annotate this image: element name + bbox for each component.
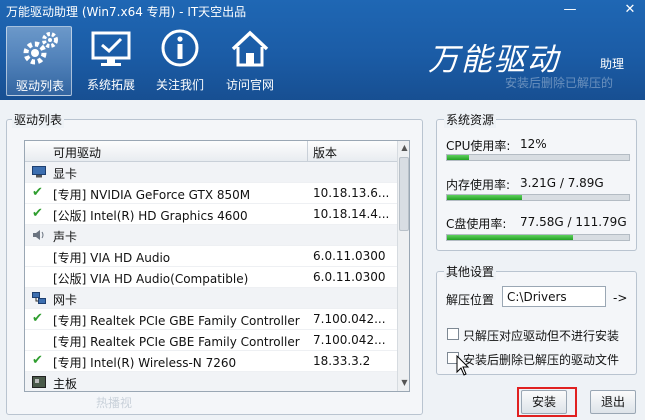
driver-list[interactable]: 可用驱动 版本 显卡 ✔ [专用] NVIDIA GeForce GTX 850M 1… [24,140,410,392]
disk-usage-value: 77.58G / 111.79G [520,215,627,229]
driver-version: 7.100.042... [313,312,386,326]
driver-row[interactable]: ✔ [专用] Intel(R) Wireless-N 7260 18.33.3.2 [25,351,397,372]
display-adapter-icon [32,166,46,178]
toolbar-visit-site-button[interactable]: 访问官网 [217,26,283,96]
scroll-up-icon[interactable]: ▲ [399,142,409,154]
check-mark-icon[interactable]: ✔ [32,354,46,368]
speaker-icon [32,229,46,241]
cpu-usage-fill [447,155,469,160]
memory-usage-fill [447,195,522,200]
driver-list-group-title: 驱动列表 [12,111,65,128]
memory-usage-value: 3.21G / 7.89G [520,176,604,190]
cpu-usage-value: 12% [520,137,547,151]
driver-name: 网卡 [53,293,78,307]
column-header-name[interactable]: 可用驱动 [53,144,101,161]
check-mark-icon[interactable]: ✔ [32,312,46,326]
unchecked-slot[interactable] [32,333,46,347]
toolbar-label: 驱动列表 [15,79,64,93]
check-mark-icon[interactable]: ✔ [32,186,46,200]
driver-version: 6.0.11.0300 [313,270,386,284]
gears-icon [23,32,58,65]
driver-list-scrollbar[interactable]: ▲ ▼ [397,141,409,391]
window-title: 万能驱动助理 (Win7.x64 专用) - IT天空出品 [6,5,247,19]
motherboard-icon [32,376,46,388]
memory-usage-bar [446,194,630,201]
driver-name: [公版] Intel(R) HD Graphics 4600 [53,209,248,223]
category-row[interactable]: 主板 [25,372,397,391]
driver-name: [专用] NVIDIA GeForce GTX 850M [53,188,251,202]
driver-row[interactable]: [专用] Realtek PCIe GBE Family Controller 7… [25,330,397,351]
driver-name: 显卡 [53,167,78,181]
driver-name: [专用] Realtek PCIe GBE Family Controller [53,314,300,328]
extract-location-input[interactable] [502,286,606,307]
disk-usage-label: C盘使用率: [446,217,507,231]
category-row[interactable]: 声卡 [25,225,397,246]
network-icon [32,292,46,304]
driver-list-header: 可用驱动 版本 [25,141,397,162]
driver-version: 6.0.11.0300 [313,249,386,263]
cpu-usage-bar [446,154,630,161]
extract-location-label: 解压位置 [446,293,495,307]
disk-usage-fill [447,235,573,240]
driver-row[interactable]: ✔ [专用] Realtek PCIe GBE Family Controller… [25,309,397,330]
home-icon [231,30,269,67]
exit-button[interactable]: 退出 [590,390,636,414]
extract-only-label[interactable]: 只解压对应驱动但不进行安装 [463,327,619,344]
info-icon [161,29,199,67]
toolbar-label: 访问官网 [225,78,274,92]
driver-rows: 显卡 ✔ [专用] NVIDIA GeForce GTX 850M 10.18.13.… [25,162,397,391]
scroll-thumb[interactable] [399,157,409,231]
toolbar-driver-list-button[interactable]: 驱动列表 [6,26,72,96]
brand-subtitle: 助理 [600,57,625,71]
browse-arrow-button[interactable]: -> [613,291,627,305]
extract-only-checkbox[interactable] [447,328,459,340]
driver-version: 10.18.13.6... [313,186,390,200]
brand-title: 万能驱动 [428,42,560,78]
driver-row[interactable]: ✔ [专用] NVIDIA GeForce GTX 850M 10.18.13.6.… [25,183,397,204]
unchecked-slot[interactable] [32,270,46,284]
driver-name: [专用] Intel(R) Wireless-N 7260 [53,356,237,370]
check-mark-icon[interactable]: ✔ [32,207,46,221]
column-divider [307,141,308,162]
column-header-version[interactable]: 版本 [313,144,337,161]
driver-name: [专用] Realtek PCIe GBE Family Controller [53,335,300,349]
memory-usage-label: 内存使用率: [446,178,511,192]
driver-name: 声卡 [53,230,78,244]
driver-name: 主板 [53,377,78,391]
install-button-highlight [517,387,577,417]
driver-row[interactable]: [专用] VIA HD Audio 6.0.11.0300 [25,246,397,267]
unchecked-slot[interactable] [32,249,46,263]
mouse-cursor-icon [456,355,470,376]
scroll-down-icon[interactable]: ▼ [399,377,409,389]
driver-name: [专用] VIA HD Audio [53,251,171,265]
disk-usage-bar [446,234,630,241]
system-resources-title: 系统资源 [444,111,497,128]
toolbar-label: 关注我们 [155,78,204,92]
title-bar: 万能驱动助理 (Win7.x64 专用) - IT天空出品 — ✕ [0,0,645,22]
title-toolbar-area: 万能驱动助理 (Win7.x64 专用) - IT天空出品 — ✕ 驱动列表 系… [0,0,645,100]
driver-row[interactable]: ✔ [公版] Intel(R) HD Graphics 4600 10.18.14.… [25,204,397,225]
toolbar-system-extend-button[interactable]: 系统拓展 [78,26,144,96]
toolbar-label: 系统拓展 [86,78,135,92]
other-settings-title: 其他设置 [444,263,497,280]
minimize-button[interactable]: — [560,2,580,18]
driver-version: 7.100.042... [313,333,386,347]
background-ghost-text-2: 热播视 [96,396,133,410]
driver-row[interactable]: [公版] VIA HD Audio(Compatible) 6.0.11.0300 [25,267,397,288]
delete-after-install-label[interactable]: 安装后删除已解压的驱动文件 [463,351,619,368]
toolbar-follow-us-button[interactable]: 关注我们 [147,26,213,96]
driver-version: 18.33.3.2 [313,354,371,368]
brand-logo: 万能驱动 助理 [428,34,628,84]
close-button[interactable]: ✕ [620,2,640,18]
driver-name: [公版] VIA HD Audio(Compatible) [53,272,249,286]
category-row[interactable]: 网卡 [25,288,397,309]
category-row[interactable]: 显卡 [25,162,397,183]
driver-version: 10.18.14.4... [313,207,390,221]
cpu-usage-label: CPU使用率: [446,139,511,153]
monitor-check-icon [91,31,131,66]
